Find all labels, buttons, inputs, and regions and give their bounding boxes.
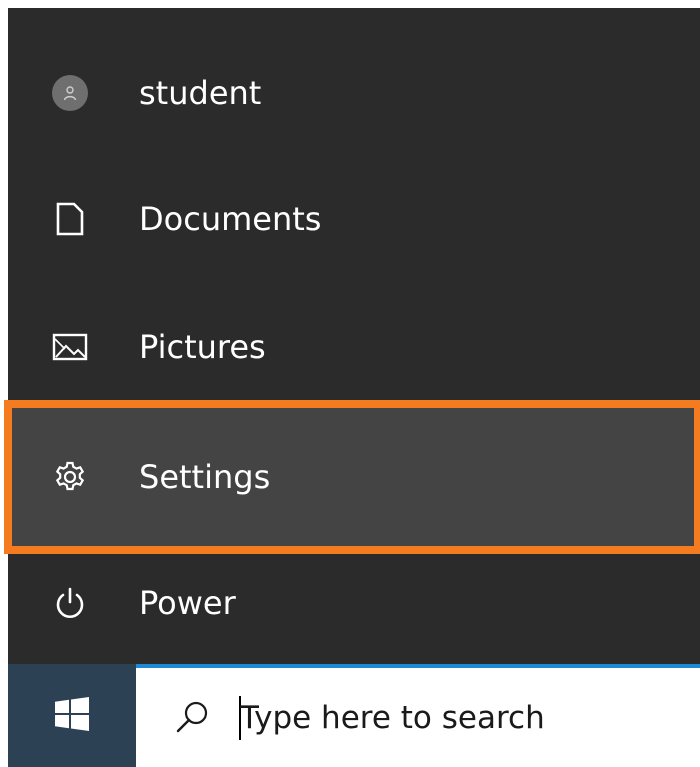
taskbar-search-box[interactable] — [136, 664, 700, 767]
start-menu-item-pictures[interactable]: Pictures — [8, 284, 700, 410]
user-avatar-icon — [52, 75, 88, 111]
start-menu-item-documents[interactable]: Documents — [8, 156, 700, 282]
document-icon — [52, 201, 88, 237]
taskbar — [8, 664, 700, 767]
pictures-label: Pictures — [139, 328, 266, 366]
windows-logo-icon — [55, 696, 89, 735]
documents-label: Documents — [139, 200, 322, 238]
start-menu-item-user[interactable]: student — [8, 30, 700, 156]
user-name-label: student — [139, 74, 262, 112]
power-icon — [52, 585, 88, 621]
start-menu: student Documents Pictures Settings Powe… — [8, 8, 700, 664]
power-label: Power — [139, 584, 236, 622]
screen: student Documents Pictures Settings Powe… — [0, 0, 700, 767]
start-menu-item-settings[interactable]: Settings — [12, 408, 694, 546]
settings-label: Settings — [139, 458, 271, 496]
gear-icon — [52, 459, 88, 495]
pictures-icon — [52, 329, 88, 365]
start-button[interactable] — [8, 664, 136, 767]
search-input[interactable] — [240, 690, 680, 746]
search-icon — [172, 698, 212, 738]
start-menu-item-power[interactable]: Power — [8, 540, 700, 666]
